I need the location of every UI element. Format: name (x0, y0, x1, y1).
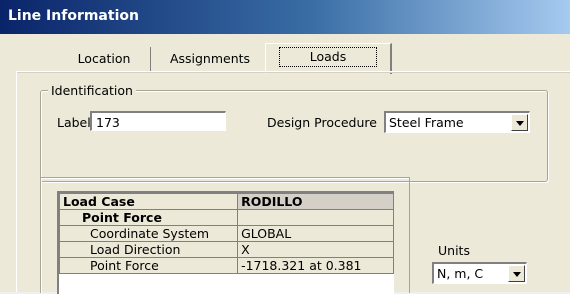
tab-page-edge (16, 71, 17, 292)
line-information-dialog: Line Information Location Assignments Lo… (0, 0, 570, 294)
table-row[interactable]: Point Force -1718.321 at 0.381 (59, 257, 394, 274)
table-category-row: Point Force (59, 209, 394, 226)
load-grid[interactable]: Load Case RODILLO Point Force Coordinate… (57, 191, 394, 294)
units-select[interactable]: N, m, C (432, 262, 527, 284)
tab-loads-label: Loads (278, 47, 378, 67)
tab-strip: Location Assignments Loads (0, 34, 570, 74)
category-empty-cell (237, 209, 394, 226)
chevron-down-icon[interactable] (508, 265, 525, 282)
row-name: Point Force (59, 257, 239, 274)
load-table: Load Case RODILLO Point Force Coordinate… (59, 193, 394, 274)
table-row[interactable]: Load Direction X (59, 241, 394, 258)
title-bar[interactable]: Line Information (0, 0, 570, 34)
chevron-down-icon[interactable] (511, 114, 528, 131)
design-procedure-caption: Design Procedure (267, 115, 377, 130)
tab-loads[interactable]: Loads (265, 43, 392, 74)
identification-legend: Identification (48, 83, 136, 98)
window-title: Line Information (8, 8, 139, 24)
row-name: Coordinate System (59, 225, 239, 242)
row-name: Load Direction (59, 241, 239, 258)
row-value[interactable]: GLOBAL (237, 225, 394, 242)
header-load-case: Load Case (59, 193, 239, 210)
units-value: N, m, C (437, 266, 484, 281)
row-value[interactable]: -1718.321 at 0.381 (237, 257, 394, 274)
units-caption: Units (438, 243, 470, 258)
table-row[interactable]: Coordinate System GLOBAL (59, 225, 394, 242)
row-value[interactable]: X (237, 241, 394, 258)
design-procedure-value: Steel Frame (389, 115, 464, 130)
label-input[interactable]: 173 (90, 111, 226, 131)
category-point-force: Point Force (59, 209, 239, 226)
table-header-row: Load Case RODILLO (59, 193, 394, 210)
tab-assignments[interactable]: Assignments (152, 47, 268, 71)
tab-location[interactable]: Location (58, 47, 151, 71)
design-procedure-select[interactable]: Steel Frame (384, 111, 530, 133)
label-caption: Label (57, 115, 91, 130)
identification-group (40, 90, 548, 182)
header-load-case-value[interactable]: RODILLO (237, 193, 394, 210)
tab-divider-shadow (16, 72, 570, 73)
